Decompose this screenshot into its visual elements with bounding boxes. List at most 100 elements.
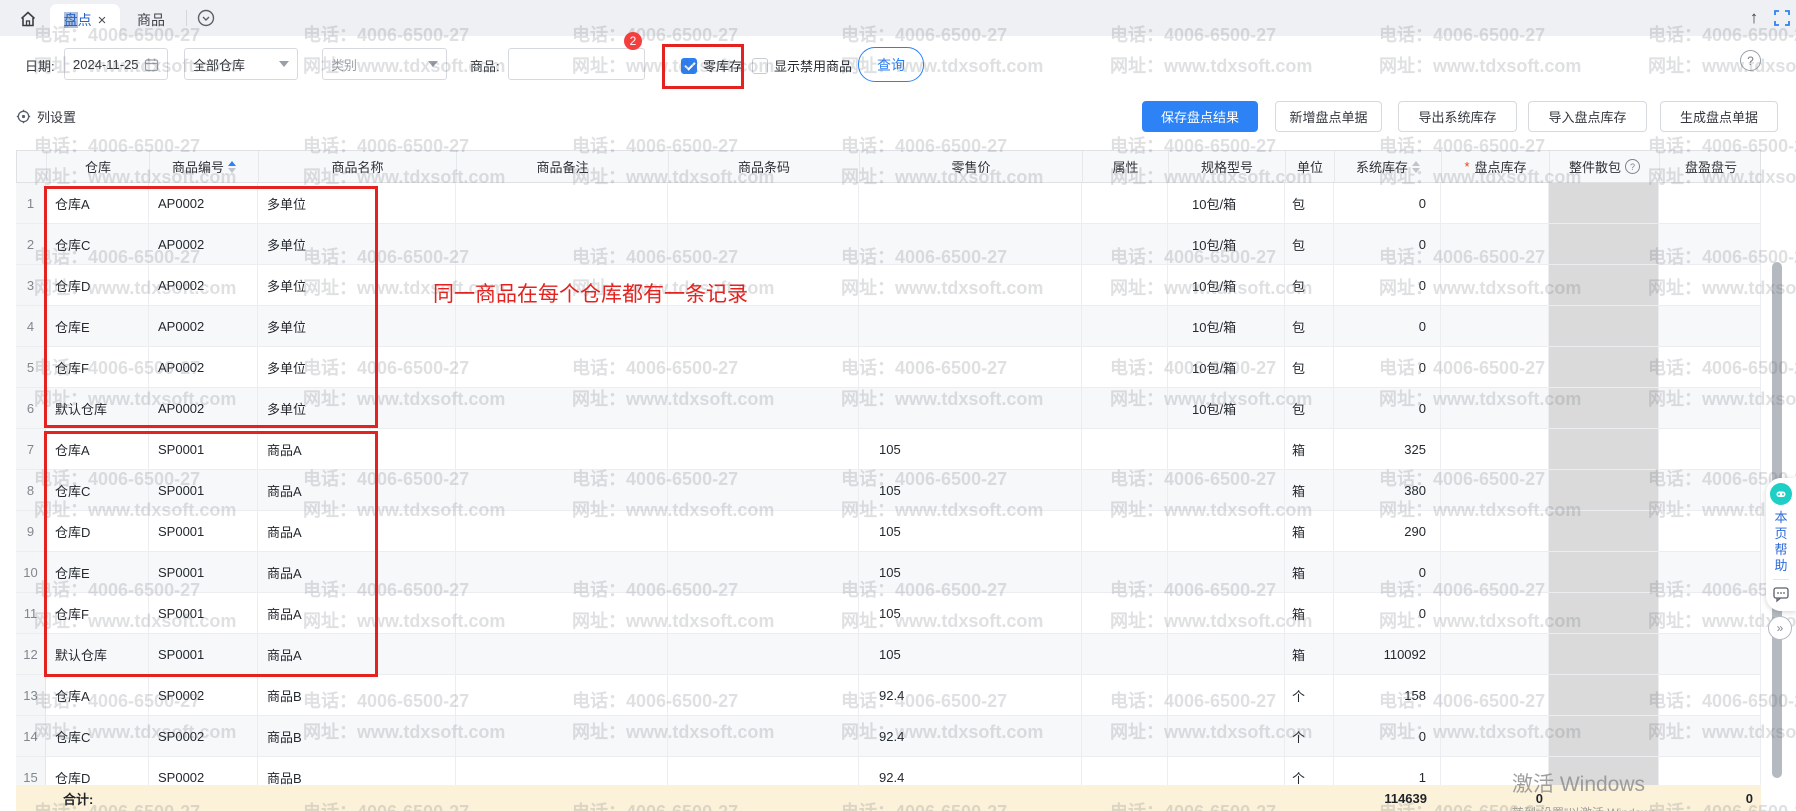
column-header-warehouse[interactable]: 仓库 — [47, 151, 150, 182]
category-select[interactable]: 类别 — [322, 48, 447, 80]
table-row[interactable]: 14仓库CSP0002商品B92.4个0 — [16, 716, 1761, 757]
cell-count-stock[interactable] — [1441, 716, 1549, 756]
cell-count-stock[interactable] — [1441, 388, 1549, 428]
tab-products[interactable]: 商品 — [128, 4, 174, 36]
sort-icon[interactable] — [1412, 161, 1420, 173]
page-help-label[interactable]: 本页帮助 — [1774, 510, 1787, 574]
date-input[interactable]: 2024-11-25 — [64, 48, 168, 80]
column-header-attribute[interactable]: 属性 — [1083, 151, 1169, 182]
table-row[interactable]: 9仓库DSP0001商品A105箱290 — [16, 511, 1761, 552]
cell-idx: 3 — [16, 265, 46, 305]
cell-name: 多单位 — [258, 183, 456, 223]
cell-count-stock[interactable] — [1441, 470, 1549, 510]
column-header-profit-loss[interactable]: 盘盈盘亏 — [1660, 151, 1762, 182]
query-button[interactable]: 查询 — [858, 47, 924, 82]
cell-note — [456, 675, 668, 715]
table-row[interactable]: 3仓库DAP0002多单位10包/箱包0 — [16, 265, 1761, 306]
zero-stock-checkbox-group[interactable]: 零库存 — [681, 56, 742, 75]
cell-name: 商品A — [258, 634, 456, 674]
cell-profit-loss — [1659, 388, 1761, 428]
cell-unit: 包 — [1285, 347, 1334, 387]
product-input[interactable] — [508, 48, 645, 80]
column-header-product-name[interactable]: 商品名称 — [259, 151, 457, 182]
cell-count-stock[interactable] — [1441, 183, 1549, 223]
table-row[interactable]: 11仓库FSP0001商品A105箱0 — [16, 593, 1761, 634]
show-disabled-checkbox-group[interactable]: 显示禁用商品 — [752, 56, 852, 75]
column-header-whole-pack[interactable]: 整件散包 ? — [1550, 151, 1660, 182]
tab-close-icon[interactable]: × — [98, 13, 107, 28]
cell-profit-loss — [1659, 552, 1761, 592]
table-row[interactable]: 10仓库ESP0001商品A105箱0 — [16, 552, 1761, 593]
cell-count-stock[interactable] — [1441, 634, 1549, 674]
scroll-top-button[interactable]: ↑ — [1744, 8, 1764, 28]
warehouse-select[interactable]: 全部仓库 — [184, 48, 298, 80]
tab-stocktake[interactable]: 盘点 × — [50, 4, 120, 36]
help-question-icon[interactable]: ? — [1740, 50, 1761, 71]
table-row[interactable]: 15仓库DSP0002商品B92.4个1 — [16, 757, 1761, 785]
column-header-label: 商品条码 — [738, 157, 790, 176]
chat-button[interactable] — [1772, 585, 1790, 603]
home-button[interactable] — [16, 7, 40, 31]
cell-whole-pack — [1549, 429, 1659, 469]
cell-spec: 10包/箱 — [1168, 183, 1285, 223]
cell-count-stock[interactable] — [1441, 265, 1549, 305]
column-header-count-stock[interactable]: * 盘点库存 — [1442, 151, 1550, 182]
generate-stocktake-doc-button[interactable]: 生成盘点单据 — [1660, 101, 1778, 132]
cell-unit: 个 — [1285, 675, 1334, 715]
required-asterisk: * — [1464, 159, 1469, 174]
inventory-table: 仓库 商品编号 商品名称 商品备注 商品条码 零售价 属性 规格型号 单位 系统… — [16, 150, 1761, 811]
cell-count-stock[interactable] — [1441, 593, 1549, 633]
table-row[interactable]: 2仓库CAP0002多单位10包/箱包0 — [16, 224, 1761, 265]
export-system-stock-button[interactable]: 导出系统库存 — [1398, 101, 1517, 132]
cell-count-stock[interactable] — [1441, 757, 1549, 785]
cell-profit-loss — [1659, 306, 1761, 346]
cell-warehouse: 仓库A — [46, 675, 149, 715]
column-settings-button[interactable]: 列设置 — [16, 107, 76, 126]
column-header-retail-price[interactable]: 零售价 — [860, 151, 1083, 182]
tab-history-button[interactable] — [196, 8, 216, 28]
cell-spec: 10包/箱 — [1168, 306, 1285, 346]
cell-unit: 包 — [1285, 183, 1334, 223]
question-circle-icon[interactable]: ? — [1625, 159, 1640, 174]
cell-spec — [1168, 552, 1285, 592]
cell-warehouse: 仓库C — [46, 716, 149, 756]
cell-count-stock[interactable] — [1441, 675, 1549, 715]
column-header-product-code[interactable]: 商品编号 — [150, 151, 259, 182]
cell-count-stock[interactable] — [1441, 347, 1549, 387]
cell-count-stock[interactable] — [1441, 306, 1549, 346]
column-header-product-note[interactable]: 商品备注 — [457, 151, 669, 182]
cell-name: 商品A — [258, 552, 456, 592]
save-stocktake-button[interactable]: 保存盘点结果 — [1142, 101, 1258, 132]
cell-profit-loss — [1659, 265, 1761, 305]
table-row[interactable]: 13仓库ASP0002商品B92.4个158 — [16, 675, 1761, 716]
table-row[interactable]: 12默认仓库SP0001商品A105箱110092 — [16, 634, 1761, 675]
cell-count-stock[interactable] — [1441, 429, 1549, 469]
column-header-barcode[interactable]: 商品条码 — [669, 151, 860, 182]
collapse-widget-button[interactable]: » — [1768, 616, 1792, 640]
table-row[interactable]: 5仓库FAP0002多单位10包/箱包0 — [16, 347, 1761, 388]
cell-count-stock[interactable] — [1441, 511, 1549, 551]
table-row[interactable]: 1仓库AAP0002多单位10包/箱包0 — [16, 183, 1761, 224]
page-help-widget[interactable]: 本页帮助 — [1766, 478, 1796, 611]
cell-count-stock[interactable] — [1441, 224, 1549, 264]
table-row[interactable]: 8仓库CSP0001商品A105箱380 — [16, 470, 1761, 511]
new-stocktake-doc-button[interactable]: 新增盘点单据 — [1275, 101, 1382, 132]
column-header-unit[interactable]: 单位 — [1286, 151, 1335, 182]
zero-stock-checkbox[interactable] — [681, 58, 697, 74]
fullscreen-button[interactable] — [1773, 9, 1791, 27]
cell-unit: 包 — [1285, 224, 1334, 264]
column-header-system-stock[interactable]: 系统库存 — [1335, 151, 1442, 182]
sort-icon[interactable] — [228, 161, 236, 173]
cell-spec: 10包/箱 — [1168, 388, 1285, 428]
import-stocktake-stock-button[interactable]: 导入盘点库存 — [1528, 101, 1647, 132]
cell-system-stock: 290 — [1334, 511, 1441, 551]
cell-count-stock[interactable] — [1441, 552, 1549, 592]
show-disabled-checkbox[interactable] — [752, 58, 768, 74]
cell-attr — [1082, 388, 1168, 428]
column-header-spec-model[interactable]: 规格型号 — [1169, 151, 1286, 182]
table-row[interactable]: 7仓库ASP0001商品A105箱325 — [16, 429, 1761, 470]
table-row[interactable]: 6默认仓库AP0002多单位10包/箱包0 — [16, 388, 1761, 429]
table-row[interactable]: 4仓库EAP0002多单位10包/箱包0 — [16, 306, 1761, 347]
help-avatar-icon[interactable] — [1770, 483, 1792, 505]
cell-code: AP0002 — [149, 388, 258, 428]
